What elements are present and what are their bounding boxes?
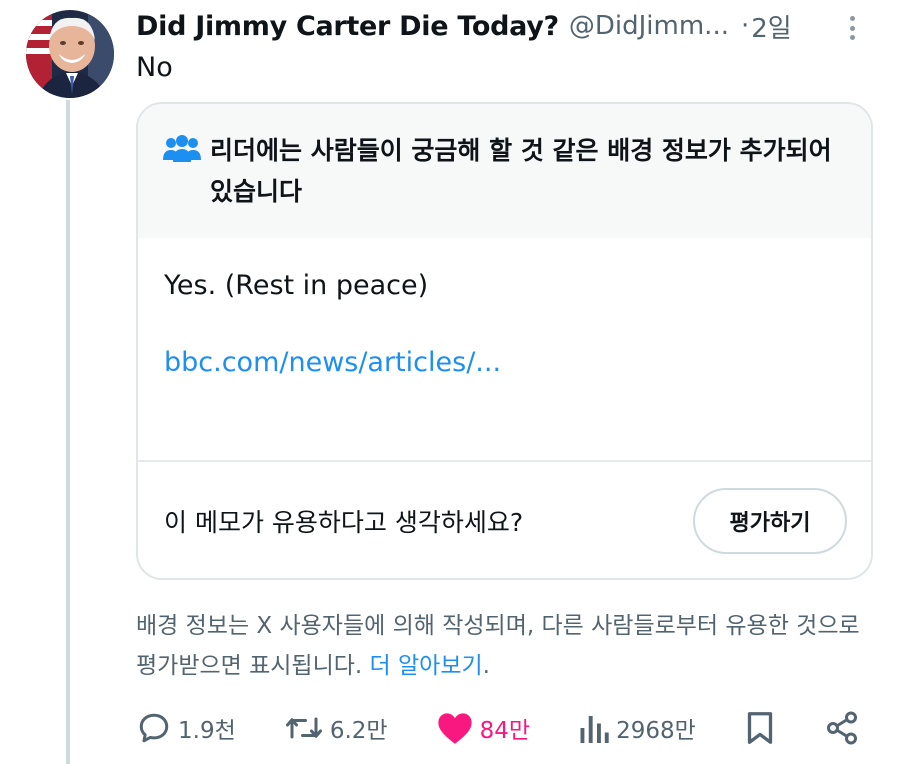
disclaimer-text: 배경 정보는 X 사용자들에 의해 작성되며, 다른 사람들로부터 유용한 것으… [136, 613, 860, 679]
like-button[interactable]: 84만 [436, 710, 530, 746]
community-note[interactable]: 리더에는 사람들이 궁금해 할 것 같은 배경 정보가 추가되어 있습니다 Ye… [136, 102, 873, 580]
rate-button[interactable]: 평가하기 [693, 488, 847, 554]
views-icon [580, 716, 609, 743]
action-bar: 1.9천 6.2만 84만 2968만 [136, 706, 860, 750]
view-count: 2968만 [616, 718, 696, 744]
dot-separator: · [740, 11, 750, 41]
display-name[interactable]: Did Jimmy Carter Die Today? [136, 11, 559, 42]
repost-button[interactable]: 6.2만 [284, 710, 388, 746]
bookmark-icon [747, 712, 773, 744]
bookmark-button[interactable] [744, 710, 776, 746]
reply-icon [139, 713, 169, 743]
note-text: Yes. (Rest in peace) [164, 270, 429, 301]
learn-more-link[interactable]: 더 알아보기 [370, 653, 483, 679]
note-source-link[interactable]: bbc.com/news/articles/... [164, 347, 845, 378]
note-rating-question: 이 메모가 유용하다고 생각하세요? [164, 508, 524, 537]
timestamp[interactable]: 2일 [751, 8, 791, 45]
like-count: 84만 [479, 718, 531, 744]
people-icon [163, 135, 201, 162]
tweet-text: No [136, 52, 173, 83]
note-footer: 이 메모가 유용하다고 생각하세요? 평가하기 [138, 462, 871, 578]
note-header-text: 리더에는 사람들이 궁금해 할 것 같은 배경 정보가 추가되어 있습니다 [210, 136, 832, 206]
share-icon [826, 711, 857, 745]
repost-icon [285, 717, 322, 739]
heart-icon [438, 713, 472, 744]
note-header: 리더에는 사람들이 궁금해 할 것 같은 배경 정보가 추가되어 있습니다 [138, 104, 871, 238]
repost-count: 6.2만 [329, 718, 388, 744]
views-button[interactable]: 2968만 [578, 710, 696, 746]
reply-count: 1.9천 [178, 718, 236, 744]
reply-button[interactable]: 1.9천 [136, 710, 236, 746]
disclaimer-period: . [482, 653, 490, 679]
avatar[interactable] [26, 10, 114, 98]
thread-line [66, 100, 70, 764]
note-disclaimer: 배경 정보는 X 사용자들에 의해 작성되며, 다른 사람들로부터 유용한 것으… [136, 606, 876, 686]
avatar-image [26, 10, 114, 98]
share-button[interactable] [824, 710, 860, 746]
user-handle[interactable]: @DidJimm... [569, 11, 729, 41]
tweet-header: Did Jimmy Carter Die Today? @DidJimm... … [136, 6, 876, 46]
note-body: Yes. (Rest in peace) bbc.com/news/articl… [138, 238, 871, 460]
more-vertical-icon[interactable] [842, 12, 862, 44]
